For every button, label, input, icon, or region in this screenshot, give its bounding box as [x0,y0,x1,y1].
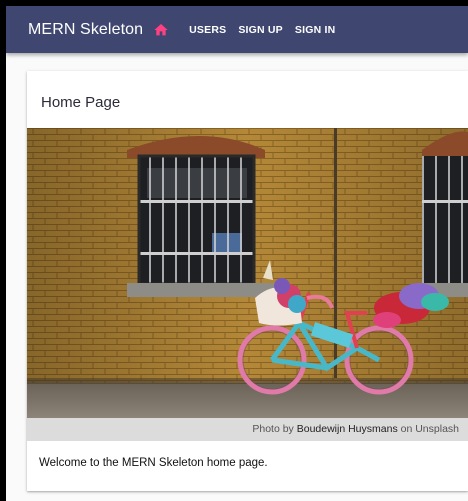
home-button[interactable] [149,18,173,42]
home-icon [154,23,168,35]
nav-signup-link[interactable]: SIGN UP [238,24,283,36]
photo-caption: Photo by Boudewijn Huysmans on Unsplash [27,418,468,441]
caption-suffix: on Unsplash [400,423,459,435]
caption-prefix: Photo by [252,423,294,435]
card-title: Home Page [41,94,121,111]
app-frame: MERN Skeleton USERS SIGN UP SIGN IN Home… [6,6,468,501]
app-bar: MERN Skeleton USERS SIGN UP SIGN IN [6,6,468,53]
app-title: MERN Skeleton [28,20,144,38]
unicorn-bicycle-photo [27,128,468,418]
home-card: Home Page Photo by Boudewijn Huysmans on… [27,71,468,491]
caption-author-link[interactable]: Boudewijn Huysmans [297,423,398,435]
nav-signin-link[interactable]: SIGN IN [295,24,336,36]
welcome-text: Welcome to the MERN Skeleton home page. [39,457,268,469]
nav-users-link[interactable]: USERS [189,24,226,36]
